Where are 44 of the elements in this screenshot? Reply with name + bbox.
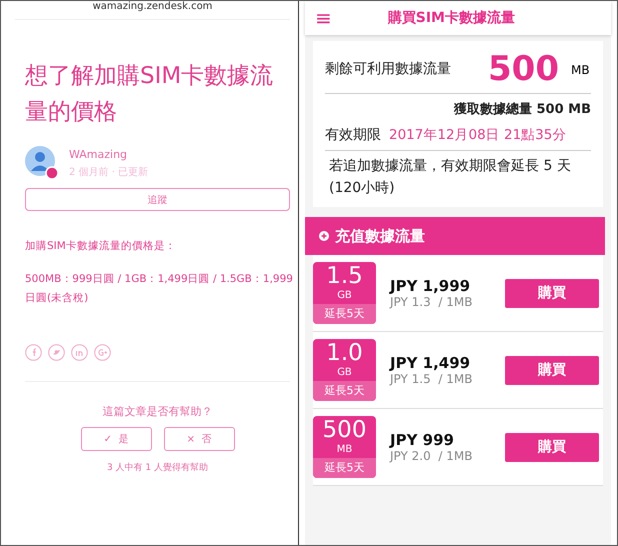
expiry-date: 2017年12月08日 21點35分 xyxy=(389,126,566,144)
unit-price: JPY 1.5 / 1MB xyxy=(390,372,474,386)
facebook-icon[interactable] xyxy=(25,344,42,361)
page-title: 購買SIM卡數據流量 xyxy=(388,9,515,27)
plan-unit: MB xyxy=(336,444,352,456)
buy-button[interactable]: 購買 xyxy=(505,356,599,384)
unit-price: JPY 1.3 / 1MB xyxy=(390,295,474,309)
follow-button[interactable]: 追蹤 xyxy=(25,188,290,211)
feedback-button[interactable]: × 否 xyxy=(164,427,234,451)
feedback-button[interactable]: ✓ 是 xyxy=(80,427,152,451)
article-meta: 2 個月前 · 已更新 xyxy=(69,166,148,178)
author-name[interactable]: WAmazing xyxy=(69,148,148,160)
expiry-label: 有效期限 xyxy=(325,126,381,144)
plan-unit: GB xyxy=(337,290,352,302)
linkedin-icon[interactable] xyxy=(71,344,88,361)
google-plus-icon[interactable] xyxy=(94,344,111,361)
remaining-value: 500 xyxy=(488,49,559,89)
plan-size: 500 xyxy=(322,416,366,444)
plan-unit: GB xyxy=(337,367,352,379)
price-text: 500MB：999日圓 / 1GB：1,499日圓 / 1.5GB：1,999日圓(未含稅) xyxy=(25,272,294,306)
unit-price: JPY 2.0 / 1MB xyxy=(390,449,474,463)
plan-price: JPY 1,999 xyxy=(390,277,472,295)
intro-text: 加購SIM卡數據流量的價格是： xyxy=(25,239,177,254)
plan-size: 1.0 xyxy=(326,339,363,367)
buy-button[interactable]: 購買 xyxy=(505,432,599,462)
plan-extension: 延長5天 xyxy=(313,381,376,401)
avatar-icon xyxy=(25,146,59,180)
plus-icon xyxy=(319,231,329,241)
section-title: 充值數據流量 xyxy=(335,226,425,246)
url-text: wamazing.zendesk.com xyxy=(92,1,212,13)
plan-price: JPY 999 xyxy=(390,431,455,449)
remaining-label: 剩餘可利用數據流量 xyxy=(325,60,452,79)
feedback-question: 這篇文章是否有幫助？ xyxy=(102,404,214,419)
plan-size: 1.5 xyxy=(326,262,363,290)
buy-button[interactable]: 購買 xyxy=(505,278,599,308)
plan-price: JPY 1,499 xyxy=(390,354,472,372)
article-title: 想了解加購SIM卡數據流量的價格 xyxy=(25,62,274,127)
plan-extension: 延長5天 xyxy=(313,304,376,324)
extension-note: 若追加數據流量，有效期限會延長 5 天(120小時) xyxy=(329,157,572,198)
feedback-count: 3 人中有 1 人覺得有幫助 xyxy=(106,462,210,474)
twitter-icon[interactable] xyxy=(48,344,65,361)
total-data: 獲取數據總量 500 MB xyxy=(454,102,591,117)
remaining-unit: MB xyxy=(570,63,590,77)
plan-extension: 延長5天 xyxy=(313,458,376,478)
